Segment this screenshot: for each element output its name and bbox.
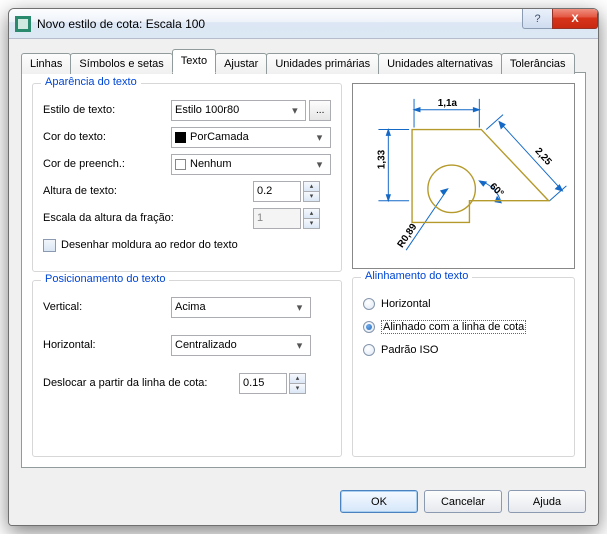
fill-color-combo[interactable]: Nenhum ▾ <box>171 154 331 175</box>
text-height-spinner[interactable]: ▴ ▾ <box>303 181 320 202</box>
chevron-down-icon: ▾ <box>287 101 302 120</box>
help-window-button[interactable]: ? <box>522 9 552 29</box>
fill-swatch-icon <box>175 159 186 170</box>
alignment-horizontal-radio[interactable] <box>363 298 375 310</box>
fraction-scale-spinner[interactable]: ▴ ▾ <box>303 208 320 229</box>
text-style-label: Estilo de texto: <box>43 104 171 116</box>
horizontal-combo[interactable]: Centralizado ▾ <box>171 335 311 356</box>
tab-simbolos[interactable]: Símbolos e setas <box>70 53 172 74</box>
draw-frame-label: Desenhar moldura ao redor do texto <box>61 239 238 251</box>
text-style-combo[interactable]: Estilo 100r80 ▾ <box>171 100 306 121</box>
tab-texto[interactable]: Texto <box>172 49 216 73</box>
alignment-iso-radio[interactable] <box>363 344 375 356</box>
dialog-content: Linhas Símbolos e setas Texto Ajustar Un… <box>9 39 598 480</box>
text-color-value: PorCamada <box>190 131 312 143</box>
alignment-horizontal-label: Horizontal <box>381 298 431 310</box>
tab-alternativas[interactable]: Unidades alternativas <box>378 53 502 74</box>
group-alignment: Alinhamento do texto Horizontal Alinhado… <box>352 277 575 457</box>
tab-linhas[interactable]: Linhas <box>21 53 71 74</box>
dialog-window: Novo estilo de cota: Escala 100 ? X Linh… <box>8 8 599 526</box>
text-color-label: Cor do texto: <box>43 131 171 143</box>
draw-frame-checkbox[interactable] <box>43 239 56 252</box>
tab-panel-texto: Aparência do texto Estilo de texto: Esti… <box>21 72 586 468</box>
dialog-footer: OK Cancelar Ajuda <box>9 480 598 525</box>
alignment-aligned-radio[interactable] <box>363 321 375 333</box>
preview-dim-left: 1,33 <box>376 149 387 169</box>
text-style-browse-button[interactable]: ... <box>309 100 331 121</box>
spinner-up-icon[interactable]: ▴ <box>304 209 319 219</box>
tabstrip: Linhas Símbolos e setas Texto Ajustar Un… <box>21 49 586 73</box>
group-appearance: Aparência do texto Estilo de texto: Esti… <box>32 83 342 272</box>
preview-dim-diag: 2,25 <box>532 146 553 168</box>
text-height-label: Altura de texto: <box>43 185 253 197</box>
color-swatch-icon <box>175 132 186 143</box>
text-height-input[interactable] <box>253 181 301 202</box>
vertical-label: Vertical: <box>43 301 171 313</box>
horizontal-value: Centralizado <box>175 339 292 351</box>
offset-spinner[interactable]: ▴ ▾ <box>289 373 306 394</box>
tab-ajustar[interactable]: Ajustar <box>215 53 267 74</box>
spinner-down-icon[interactable]: ▾ <box>304 219 319 228</box>
help-button[interactable]: Ajuda <box>508 490 586 513</box>
chevron-down-icon: ▾ <box>292 336 307 355</box>
alignment-aligned-label: Alinhado com a linha de cota <box>381 320 526 334</box>
chevron-down-icon: ▾ <box>312 155 327 174</box>
titlebar: Novo estilo de cota: Escala 100 ? X <box>9 9 598 39</box>
ok-button[interactable]: OK <box>340 490 418 513</box>
tab-primarias[interactable]: Unidades primárias <box>266 53 379 74</box>
spinner-down-icon[interactable]: ▾ <box>290 384 305 393</box>
group-legend-alignment: Alinhamento do texto <box>361 270 472 282</box>
horizontal-label: Horizontal: <box>43 339 171 351</box>
window-buttons: ? X <box>522 9 598 29</box>
spinner-up-icon[interactable]: ▴ <box>304 182 319 192</box>
preview-dim-angle: 60° <box>487 181 505 199</box>
group-legend-appearance: Aparência do texto <box>41 76 141 88</box>
spinner-down-icon[interactable]: ▾ <box>304 192 319 201</box>
group-position: Posicionamento do texto Vertical: Acima … <box>32 280 342 457</box>
fraction-scale-label: Escala da altura da fração: <box>43 212 253 224</box>
chevron-down-icon: ▾ <box>292 298 307 317</box>
offset-label: Deslocar a partir da linha de cota: <box>43 377 239 389</box>
preview-dim-top: 1,1a <box>438 98 458 109</box>
close-window-button[interactable]: X <box>552 9 598 29</box>
cancel-button[interactable]: Cancelar <box>424 490 502 513</box>
fill-color-label: Cor de preench.: <box>43 158 171 170</box>
offset-input[interactable] <box>239 373 287 394</box>
text-color-combo[interactable]: PorCamada ▾ <box>171 127 331 148</box>
spinner-up-icon[interactable]: ▴ <box>290 374 305 384</box>
vertical-combo[interactable]: Acima ▾ <box>171 297 311 318</box>
window-title: Novo estilo de cota: Escala 100 <box>37 17 205 31</box>
app-icon <box>15 16 31 32</box>
tab-tolerancias[interactable]: Tolerâncias <box>501 53 575 74</box>
fill-color-value: Nenhum <box>190 158 312 170</box>
chevron-down-icon: ▾ <box>312 128 327 147</box>
vertical-value: Acima <box>175 301 292 313</box>
text-style-value: Estilo 100r80 <box>175 104 287 116</box>
fraction-scale-input <box>253 208 301 229</box>
dimension-preview: 1,1a 1,33 2,25 R0,89 60° <box>352 83 575 269</box>
alignment-iso-label: Padrão ISO <box>381 344 438 356</box>
group-legend-position: Posicionamento do texto <box>41 273 169 285</box>
